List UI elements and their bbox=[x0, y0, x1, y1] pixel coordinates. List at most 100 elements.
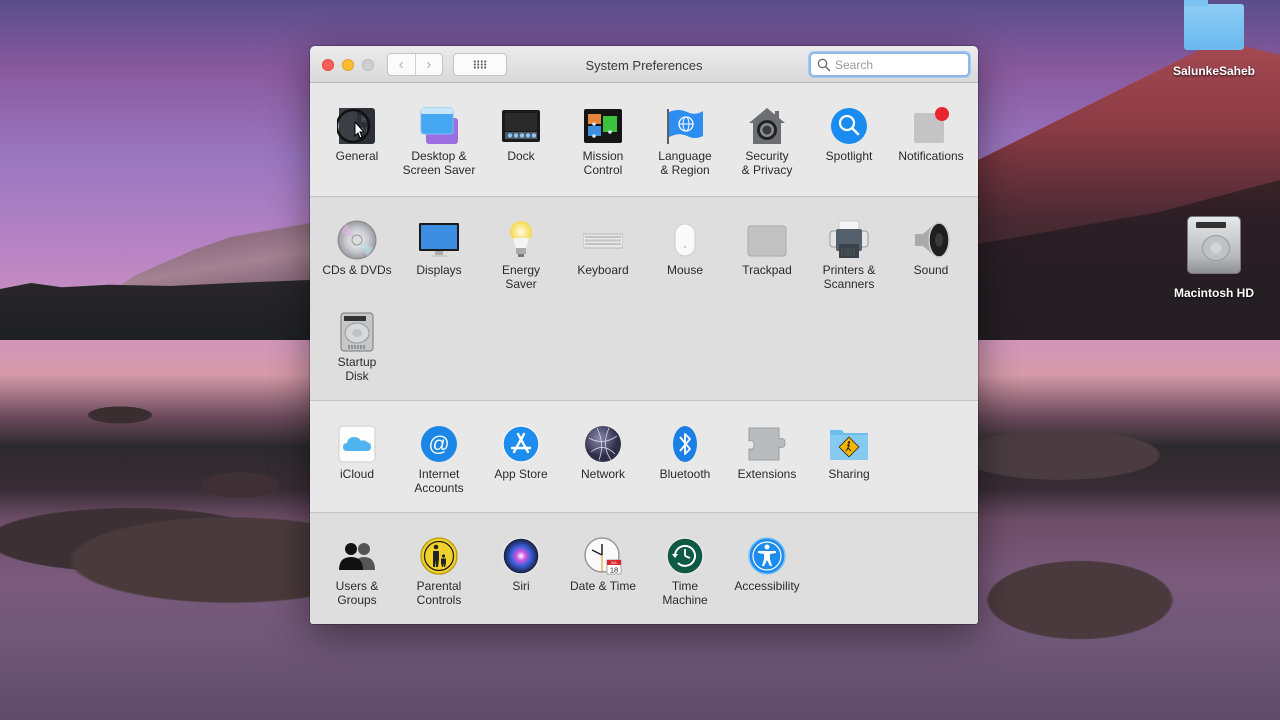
grid-icon bbox=[473, 60, 487, 69]
section-hardware: CDs & DVDs Displays Energy Saver Keyboar… bbox=[310, 196, 978, 401]
accessibility-icon bbox=[747, 536, 787, 576]
pane-label: Spotlight bbox=[825, 149, 873, 163]
pane-keyboard[interactable]: Keyboard bbox=[562, 197, 644, 287]
pane-sound[interactable]: Sound bbox=[890, 197, 972, 287]
pane-label: iCloud bbox=[339, 467, 375, 481]
pane-extensions[interactable]: Extensions bbox=[726, 401, 808, 491]
pane-app-store[interactable]: App Store bbox=[480, 401, 562, 491]
startup-disk-icon bbox=[337, 312, 377, 352]
pane-network[interactable]: Network bbox=[562, 401, 644, 491]
zoom-button[interactable] bbox=[362, 59, 374, 71]
pane-users-groups[interactable]: Users & Groups bbox=[316, 513, 398, 607]
pane-label: Keyboard bbox=[577, 263, 629, 277]
parental-controls-icon bbox=[419, 536, 459, 576]
pane-energy-saver[interactable]: Energy Saver bbox=[480, 197, 562, 291]
displays-icon bbox=[419, 220, 459, 260]
siri-icon bbox=[501, 536, 541, 576]
cds-dvds-icon bbox=[337, 220, 377, 260]
pane-siri[interactable]: Siri bbox=[480, 513, 562, 603]
spotlight-icon bbox=[829, 106, 869, 146]
pane-label: Extensions bbox=[737, 467, 797, 481]
extensions-icon bbox=[747, 424, 787, 464]
pane-notifications[interactable]: Notifications bbox=[890, 83, 972, 173]
desktop-screensaver-icon bbox=[419, 106, 459, 146]
wallpaper-treeline bbox=[0, 280, 310, 340]
icloud-icon bbox=[337, 424, 377, 464]
pane-label: Mouse bbox=[666, 263, 704, 277]
pane-date-time[interactable]: JUL 18 Date & Time bbox=[562, 513, 644, 603]
back-button[interactable]: ‹ bbox=[388, 54, 415, 75]
pane-label: Time Machine bbox=[662, 579, 708, 607]
forward-button[interactable]: › bbox=[414, 54, 443, 75]
pane-label: Accessibility bbox=[734, 579, 800, 593]
title-bar[interactable]: ‹ › System Preferences bbox=[310, 46, 978, 83]
pane-security-privacy[interactable]: Security & Privacy bbox=[726, 83, 808, 177]
pane-printers-scanners[interactable]: Printers & Scanners bbox=[808, 197, 890, 291]
pane-label: Notifications bbox=[898, 149, 964, 163]
pane-bluetooth[interactable]: Bluetooth bbox=[644, 401, 726, 491]
sound-icon bbox=[911, 220, 951, 260]
pane-desktop-screen-saver[interactable]: Desktop & Screen Saver bbox=[398, 83, 480, 177]
notifications-icon bbox=[911, 106, 951, 146]
pane-icloud[interactable]: iCloud bbox=[316, 401, 398, 491]
close-button[interactable] bbox=[322, 59, 334, 71]
keyboard-icon bbox=[583, 220, 623, 260]
pane-label: Printers & Scanners bbox=[822, 263, 876, 291]
pane-label: Energy Saver bbox=[501, 263, 541, 291]
search-icon bbox=[817, 58, 831, 71]
pane-trackpad[interactable]: Trackpad bbox=[726, 197, 808, 287]
desktop-icon-label: SalunkeSaheb bbox=[1172, 64, 1256, 78]
pane-label: Siri bbox=[512, 579, 530, 593]
search-field[interactable] bbox=[809, 52, 970, 77]
minimize-button[interactable] bbox=[342, 59, 354, 71]
security-privacy-icon bbox=[747, 106, 787, 146]
section-personal: le N General Desktop & Screen Saver Dock … bbox=[310, 83, 978, 197]
users-groups-icon bbox=[337, 536, 377, 576]
desktop-drive-macintosh-hd[interactable]: Macintosh HD bbox=[1159, 216, 1269, 300]
pane-language-region[interactable]: Language & Region bbox=[644, 83, 726, 177]
trackpad-icon bbox=[747, 220, 787, 260]
pane-parental-controls[interactable]: Parental Controls bbox=[398, 513, 480, 607]
navigation-buttons: ‹ › bbox=[387, 53, 443, 76]
system-preferences-window: ‹ › System Preferences leN General De bbox=[310, 46, 978, 624]
pane-label: Displays bbox=[416, 263, 462, 277]
mission-control-icon bbox=[583, 106, 623, 146]
desktop-icon-label: Macintosh HD bbox=[1173, 286, 1254, 300]
show-all-button[interactable] bbox=[453, 53, 507, 76]
pane-label: App Store bbox=[494, 467, 548, 481]
pane-startup-disk[interactable]: Startup Disk bbox=[316, 289, 398, 383]
pane-label: Network bbox=[580, 467, 625, 481]
date-time-icon: JUL 18 bbox=[583, 536, 623, 576]
pane-label: Dock bbox=[507, 149, 535, 163]
pane-accessibility[interactable]: Accessibility bbox=[726, 513, 808, 603]
calendar-month: JUL bbox=[610, 560, 618, 565]
pane-time-machine[interactable]: Time Machine bbox=[644, 513, 726, 607]
pane-sharing[interactable]: Sharing bbox=[808, 401, 890, 491]
pane-mission-control[interactable]: Mission Control bbox=[562, 83, 644, 177]
section-system: Users & Groups Parental Controls Siri JU… bbox=[310, 512, 978, 624]
desktop-folder-salunkesaheb[interactable]: SalunkeSaheb bbox=[1159, 0, 1269, 78]
pane-displays[interactable]: Displays bbox=[398, 197, 480, 287]
pane-label: Trackpad bbox=[742, 263, 792, 277]
app-store-icon bbox=[501, 424, 541, 464]
pane-mouse[interactable]: Mouse bbox=[644, 197, 726, 287]
time-machine-icon bbox=[665, 536, 705, 576]
pane-label: CDs & DVDs bbox=[322, 263, 392, 277]
calendar-day: 18 bbox=[610, 566, 618, 575]
pane-label: Users & Groups bbox=[335, 579, 379, 607]
pane-label: Parental Controls bbox=[416, 579, 462, 607]
mouse-icon bbox=[665, 220, 705, 260]
pane-cds-dvds[interactable]: CDs & DVDs bbox=[316, 197, 398, 287]
pane-label: Sound bbox=[913, 263, 949, 277]
pane-label: Desktop & Screen Saver bbox=[402, 149, 476, 177]
internet-accounts-icon: @ bbox=[419, 424, 459, 464]
pane-spotlight[interactable]: Spotlight bbox=[808, 83, 890, 173]
pane-dock[interactable]: Dock bbox=[480, 83, 562, 173]
pane-label: Internet Accounts bbox=[414, 467, 464, 495]
pane-label: Bluetooth bbox=[659, 467, 711, 481]
search-input[interactable] bbox=[835, 57, 955, 72]
pane-general[interactable]: le N General bbox=[316, 83, 398, 173]
pane-internet-accounts[interactable]: @ Internet Accounts bbox=[398, 401, 480, 495]
language-region-icon bbox=[665, 106, 705, 146]
pane-label: Startup Disk bbox=[337, 355, 377, 383]
